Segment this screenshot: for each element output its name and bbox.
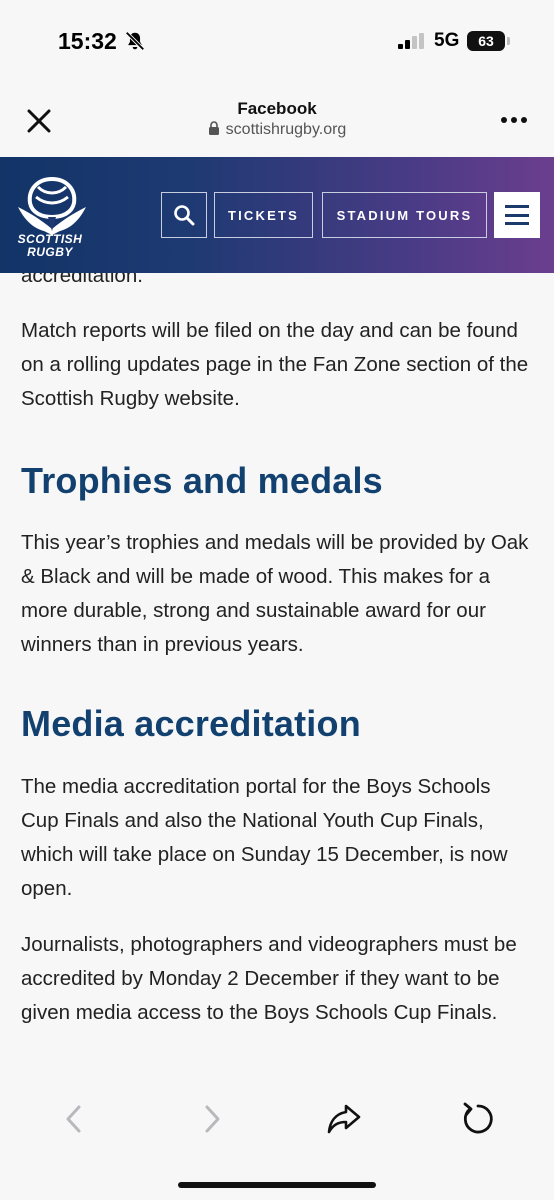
reload-icon[interactable] (460, 1101, 496, 1137)
logo-text-line2: RUGBY (27, 245, 73, 259)
signal-icon (398, 33, 424, 49)
battery-level: 63 (467, 31, 505, 51)
status-time: 15:32 (58, 28, 117, 54)
paragraph-journalists: Journalists, photographers and videograp… (21, 933, 517, 1024)
browser-url: scottishrugby.org (225, 121, 347, 138)
browser-title: Facebook (237, 99, 317, 118)
article-content: accreditation. Match reports will be fil… (0, 273, 554, 1073)
tickets-button[interactable]: TICKETS (214, 192, 313, 238)
clipped-text-line: accreditation. (21, 273, 143, 287)
more-icon[interactable] (494, 108, 534, 132)
battery-icon: 63 (467, 31, 510, 51)
stadium-tours-button[interactable]: STADIUM TOURS (322, 192, 487, 238)
paragraph-trophies: This year’s trophies and medals will be … (21, 531, 529, 656)
hamburger-menu-icon[interactable] (494, 192, 540, 238)
paragraph-match-reports: Match reports will be filed on the day a… (21, 319, 529, 410)
forward-icon[interactable] (193, 1101, 229, 1137)
heading-trophies-and-medals: Trophies and medals (21, 460, 383, 501)
heading-media-accreditation: Media accreditation (21, 703, 361, 744)
paragraph-media-portal: The media accreditation portal for the B… (21, 775, 508, 900)
browser-bar: Facebook scottishrugby.org (0, 82, 554, 158)
site-header: SCOTTISH RUGBY TICKETS STADIUM TOURS (0, 157, 554, 273)
status-bar: 15:32 5G 63 (0, 0, 554, 82)
browser-url-container[interactable]: scottishrugby.org (0, 121, 554, 139)
search-icon (174, 205, 195, 226)
browser-toolbar (0, 1073, 554, 1200)
home-indicator[interactable] (178, 1182, 376, 1188)
back-icon[interactable] (57, 1101, 93, 1137)
logo-text: SCOTTISH RUGBY (12, 233, 88, 259)
bell-off-icon (125, 31, 145, 51)
network-type: 5G (434, 30, 460, 51)
share-icon[interactable] (326, 1101, 362, 1137)
lock-icon (208, 121, 219, 135)
search-button[interactable] (161, 192, 207, 238)
